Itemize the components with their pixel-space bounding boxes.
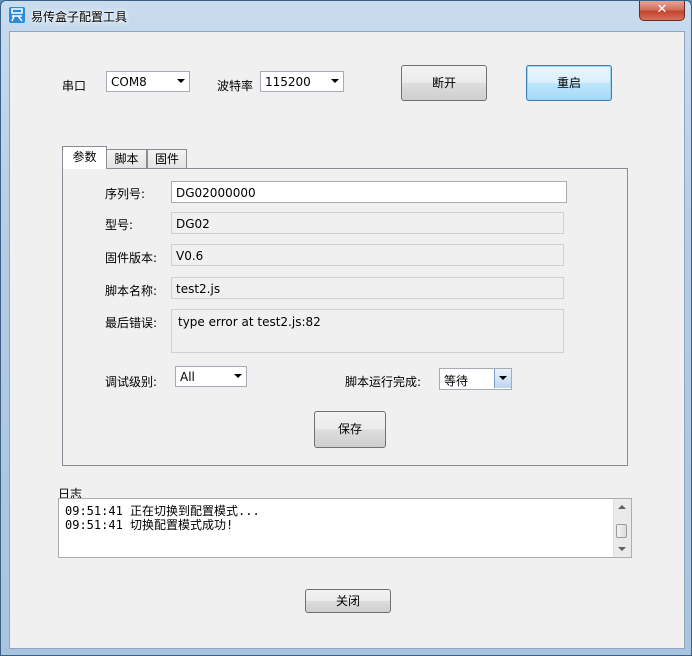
- serial-value: DG02000000: [176, 186, 256, 200]
- close-icon: ✕: [656, 2, 668, 17]
- restart-button[interactable]: 重启: [526, 65, 612, 101]
- serial-label: 序列号:: [105, 187, 146, 201]
- port-select[interactable]: COM8: [106, 71, 190, 92]
- chevron-down-icon: [177, 79, 185, 83]
- close-button[interactable]: 关闭: [305, 589, 391, 613]
- script-done-select[interactable]: 等待: [439, 368, 512, 390]
- debug-level-value: All: [180, 370, 195, 384]
- script-done-label: 脚本运行完成:: [345, 375, 422, 389]
- tab-firmware[interactable]: 固件: [147, 149, 187, 169]
- tab-script[interactable]: 脚本: [106, 149, 147, 169]
- last-error-field: type error at test2.js:82: [171, 309, 564, 353]
- app-logo-icon: [9, 7, 25, 23]
- script-name-value: test2.js: [176, 282, 221, 296]
- log-box[interactable]: 09:51:41 正在切换到配置模式... 09:51:41 切换配置模式成功!: [58, 498, 632, 558]
- chevron-down-icon: [331, 79, 339, 83]
- model-label: 型号:: [105, 218, 134, 232]
- script-name-label: 脚本名称:: [105, 284, 158, 298]
- port-label: 串口: [62, 79, 87, 93]
- app-window: 易传盒子配置工具 ✕ 串口 COM8 波特率 115200 断开 重启 参数 脚…: [0, 0, 692, 656]
- window-close-button[interactable]: ✕: [639, 1, 685, 21]
- firmware-version-label: 固件版本:: [105, 251, 158, 265]
- serial-input[interactable]: DG02000000: [171, 181, 567, 203]
- firmware-version-value: V0.6: [176, 249, 204, 263]
- chevron-down-icon: [234, 374, 242, 378]
- model-field: DG02: [171, 212, 564, 234]
- dropdown-button[interactable]: [494, 369, 511, 388]
- window-title: 易传盒子配置工具: [31, 10, 128, 24]
- firmware-version-field: V0.6: [171, 244, 564, 266]
- title-bar[interactable]: 易传盒子配置工具 ✕: [1, 1, 691, 31]
- scroll-up-icon[interactable]: [618, 505, 626, 509]
- script-name-field: test2.js: [171, 277, 564, 299]
- baud-label: 波特率: [217, 79, 254, 93]
- scroll-down-icon[interactable]: [618, 547, 626, 551]
- params-panel: 序列号: DG02000000 型号: DG02 固件版本: V0.6 脚本名称…: [62, 168, 628, 466]
- baud-select[interactable]: 115200: [260, 71, 344, 92]
- disconnect-button[interactable]: 断开: [401, 65, 487, 101]
- chevron-down-icon: [499, 376, 507, 380]
- script-done-value: 等待: [444, 374, 469, 388]
- model-value: DG02: [176, 217, 210, 231]
- debug-level-label: 调试级别:: [105, 375, 158, 389]
- log-scrollbar[interactable]: [613, 499, 631, 557]
- debug-level-select[interactable]: All: [175, 366, 247, 387]
- tab-params[interactable]: 参数: [62, 146, 107, 169]
- baud-select-value: 115200: [265, 75, 311, 89]
- save-button[interactable]: 保存: [314, 411, 386, 448]
- last-error-value: type error at test2.js:82: [178, 315, 321, 329]
- log-line: 09:51:41 切换配置模式成功!: [65, 518, 234, 532]
- scroll-thumb[interactable]: [616, 524, 627, 538]
- port-select-value: COM8: [111, 75, 147, 89]
- last-error-label: 最后错误:: [105, 316, 158, 330]
- client-area: 串口 COM8 波特率 115200 断开 重启 参数 脚本 固件 序列号: D…: [9, 31, 685, 649]
